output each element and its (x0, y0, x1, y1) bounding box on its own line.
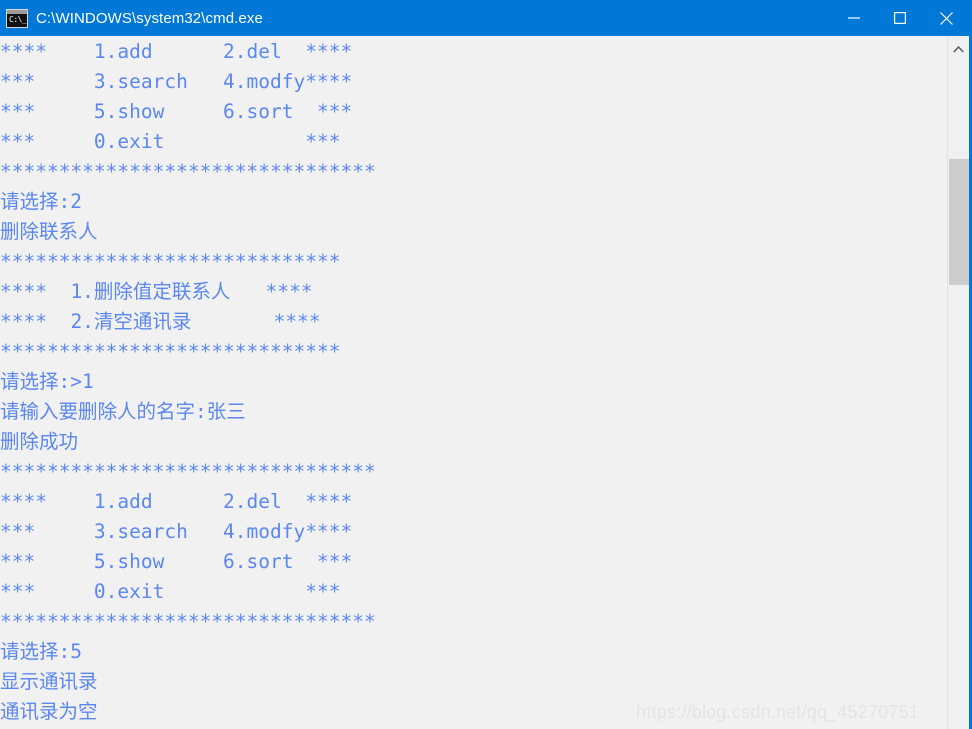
vertical-scrollbar[interactable] (947, 36, 969, 729)
cmd-icon: C:\_ (6, 8, 28, 28)
chevron-up-icon (953, 45, 964, 53)
close-icon (939, 11, 953, 25)
cmd-icon-glyph: C:\_ (9, 14, 27, 24)
maximize-icon (894, 12, 906, 24)
console-output-area[interactable]: **** 1.add 2.del **** *** 3.search 4.mod… (0, 36, 947, 729)
cmd-window: C:\_ C:\WINDOWS\system32\cmd.exe **** 1.… (0, 0, 972, 729)
window-title: C:\WINDOWS\system32\cmd.exe (36, 9, 263, 27)
minimize-button[interactable] (831, 0, 877, 36)
maximize-button[interactable] (877, 0, 923, 36)
window-controls (831, 0, 969, 36)
watermark: https://blog.csdn.net/qq_45270751 (636, 702, 919, 722)
scrollbar-thumb[interactable] (949, 159, 969, 285)
close-button[interactable] (923, 0, 969, 36)
console-text: **** 1.add 2.del **** *** 3.search 4.mod… (0, 40, 376, 723)
minimize-icon (848, 17, 860, 19)
title-bar[interactable]: C:\_ C:\WINDOWS\system32\cmd.exe (0, 0, 969, 36)
scroll-up-button[interactable] (948, 36, 969, 62)
